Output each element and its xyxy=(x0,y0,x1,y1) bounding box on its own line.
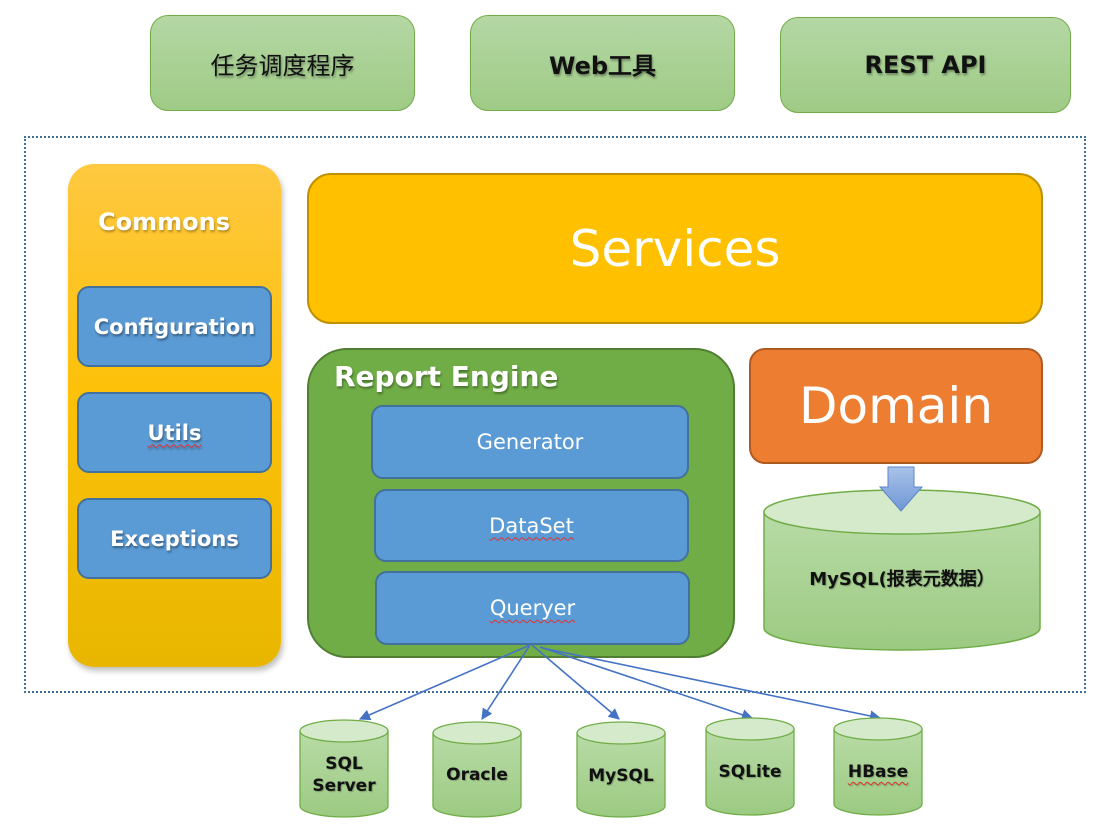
datasource-hbase-label: HBase xyxy=(847,761,909,782)
datasource-oracle-label: Oracle xyxy=(446,764,508,785)
metadata-db-label: MySQL(报表元数据） xyxy=(764,560,1040,600)
arrow-to-hbase xyxy=(541,647,882,722)
arrow-to-sqlite xyxy=(539,646,754,721)
queryer-connectors xyxy=(358,644,882,722)
datasource-sqlite: SQLite xyxy=(706,757,794,787)
datasource-hbase: HBase xyxy=(834,757,922,787)
diagram-graphics xyxy=(299,466,1041,818)
datasource-sqlserver-line2: Server xyxy=(312,776,376,796)
datasource-mysql: MySQL xyxy=(577,761,665,791)
arrow-to-mysql xyxy=(531,644,620,720)
arrow-to-sqlserver xyxy=(358,644,531,721)
metadata-db-text: MySQL(报表元数据） xyxy=(809,569,995,591)
datasource-mysql-label: MySQL xyxy=(588,765,654,786)
datasource-oracle: Oracle xyxy=(433,760,521,790)
datasource-sqlserver: SQL Server xyxy=(300,748,388,802)
datasource-sqlite-label: SQLite xyxy=(718,761,782,782)
datasource-sqlserver-line1: SQL xyxy=(325,753,363,774)
